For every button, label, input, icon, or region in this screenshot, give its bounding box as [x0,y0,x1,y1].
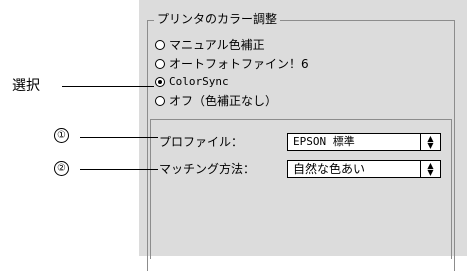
radio-auto-photo-fine[interactable]: オートフォトファイン！6 [155,56,309,72]
callout-number-1: ① [54,128,69,143]
matching-method-select[interactable]: 自然な色あい ▲ ▼ [287,160,441,178]
radio-colorsync[interactable]: ColorSync [155,74,229,90]
updown-arrow-icon: ▲ ▼ [420,161,440,177]
matching-select-value: 自然な色あい [293,162,366,176]
callout-select-label: 選択 [12,78,40,94]
radio-label-colorsync: ColorSync [169,75,229,88]
radio-manual-color[interactable]: マニュアル色補正 [155,37,265,53]
profile-select[interactable]: EPSON 標準 ▲ ▼ [287,133,441,151]
matching-method-label: マッチング方法： [159,162,256,176]
group-title: プリンタのカラー調整 [154,11,281,27]
radio-label-off: オフ（色補正なし） [169,94,278,108]
radio-label-auto-photo: オートフォトファイン！6 [169,57,309,71]
callout-line-2 [80,169,158,170]
profile-label: プロファイル： [159,135,244,149]
callout-line-select [62,86,154,87]
radio-button-icon[interactable] [155,59,165,69]
radio-label-manual: マニュアル色補正 [169,38,265,52]
radio-button-icon[interactable] [155,40,165,50]
updown-arrow-icon: ▲ ▼ [420,134,440,150]
profile-select-value: EPSON 標準 [293,135,355,148]
radio-off[interactable]: オフ（色補正なし） [155,93,277,109]
callout-line-1 [80,137,158,138]
radio-button-icon[interactable] [155,96,165,106]
radio-button-selected-icon[interactable] [155,77,165,87]
callout-number-2: ② [54,161,69,176]
